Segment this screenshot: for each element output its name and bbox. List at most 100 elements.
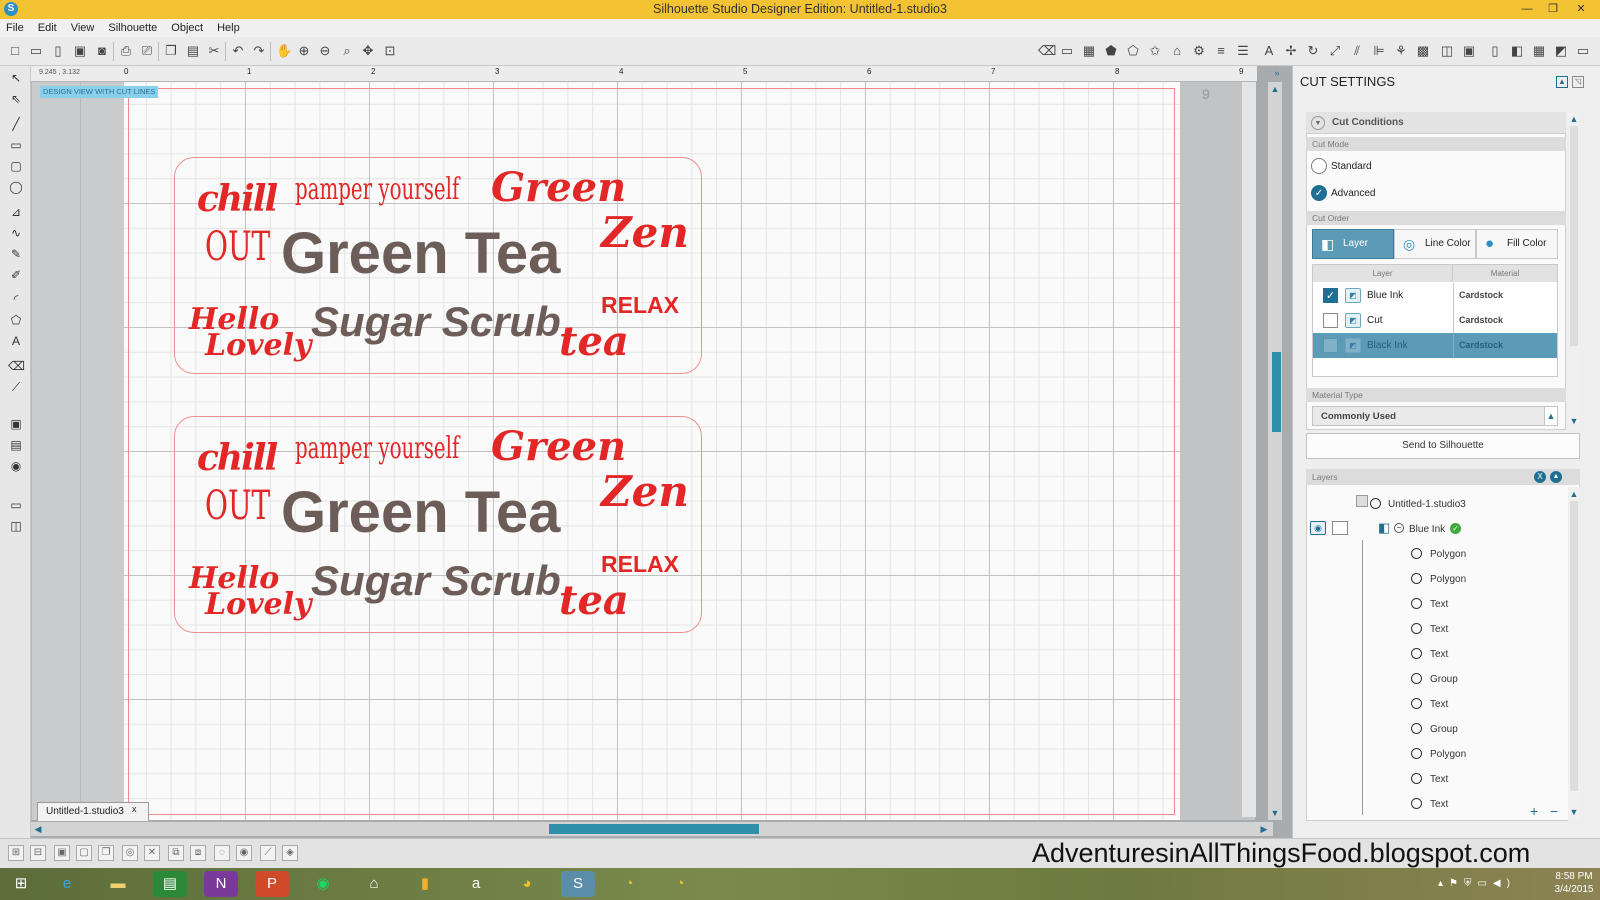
document-name[interactable]: Untitled-1.studio3 — [1388, 499, 1466, 510]
cut-checkbox[interactable] — [1323, 313, 1338, 328]
scroll-left-icon[interactable]: ◀ — [33, 824, 43, 834]
tea-script-text[interactable]: tea — [559, 318, 629, 365]
object-select-icon[interactable] — [1411, 798, 1422, 809]
rounded-rectangle-tool-icon[interactable]: ▢ — [8, 158, 24, 174]
list-item[interactable]: Text — [1430, 774, 1448, 785]
knife-tool-icon[interactable]: ⟋ — [8, 379, 24, 395]
table-row[interactable]: ◩ Black Ink Cardstock — [1313, 333, 1557, 358]
align-icon[interactable]: ⊫ — [1372, 44, 1386, 58]
list-item[interactable]: Group — [1430, 724, 1458, 735]
order-by-line-color-button[interactable]: ◎ Line Color — [1394, 229, 1476, 259]
pamper-text[interactable]: pamper yourself — [295, 172, 459, 207]
shapes-library-icon[interactable]: ▣ — [8, 416, 24, 432]
green-tea-text[interactable]: Green Tea — [281, 220, 560, 287]
silhouette-app-icon[interactable]: S — [4, 2, 18, 16]
list-item[interactable]: Text — [1430, 699, 1448, 710]
blue-ink-checkbox[interactable]: ✓ — [1323, 288, 1338, 303]
object-select-icon[interactable] — [1411, 573, 1422, 584]
duplicate-icon[interactable]: ❐ — [98, 845, 114, 861]
undo-icon[interactable]: ↶ — [231, 44, 245, 58]
select-all-icon[interactable]: ⊞ — [8, 845, 24, 861]
object-select-icon[interactable] — [1411, 673, 1422, 684]
layer-view-icon[interactable]: ◈ — [282, 845, 298, 861]
material-value[interactable]: Cardstock — [1459, 308, 1503, 333]
collapse-layer-icon[interactable]: − — [1394, 523, 1404, 533]
deselect-icon[interactable]: ⊟ — [30, 845, 46, 861]
send-icon[interactable]: ◩ — [1554, 44, 1568, 58]
standard-radio[interactable] — [1311, 158, 1327, 174]
green-script-text[interactable]: Green — [491, 164, 626, 211]
regular-polygon-icon[interactable]: ⬠ — [8, 312, 24, 328]
collapse-icon[interactable]: ▼ — [1311, 116, 1325, 130]
internet-explorer-icon[interactable]: e — [50, 871, 84, 897]
close-icon[interactable]: ✕ — [1568, 0, 1594, 19]
send-to-silhouette-button[interactable]: Send to Silhouette — [1306, 433, 1580, 459]
menu-object[interactable]: Object — [171, 22, 203, 34]
open-icon[interactable]: ▭ — [29, 44, 43, 58]
table-row[interactable]: ✓ ◩ Blue Ink Cardstock — [1313, 283, 1557, 308]
text-tool-icon[interactable]: A — [8, 333, 24, 349]
transform-icon[interactable]: ✢ — [1284, 44, 1298, 58]
notes-app-icon[interactable]: ▮ — [408, 871, 442, 897]
green-script-text[interactable]: Green — [491, 423, 626, 470]
canvas-vertical-scrollbar[interactable]: ▲ ▼ — [1268, 82, 1282, 820]
black-ink-checkbox[interactable] — [1323, 338, 1338, 353]
fill-pattern-icon[interactable]: ✩ — [1148, 44, 1162, 58]
line-width-icon[interactable]: ≡ — [1214, 44, 1228, 58]
cut-scissors-icon[interactable]: ✂ — [207, 44, 221, 58]
text-style-icon[interactable]: A — [1262, 44, 1276, 58]
redo-icon[interactable]: ↷ — [252, 44, 266, 58]
powerpoint-icon[interactable]: P — [255, 871, 289, 897]
visibility-eye-icon[interactable]: ◉ — [1310, 521, 1326, 535]
print-cut-icon[interactable]: ⎚ — [140, 44, 154, 58]
material-type-select[interactable]: Commonly Used — [1312, 406, 1552, 426]
scroll-thumb[interactable] — [1570, 501, 1578, 791]
zen-text[interactable]: Zen — [601, 467, 689, 516]
page-icon[interactable]: ▯ — [1488, 44, 1502, 58]
scroll-down-icon[interactable]: ▼ — [1569, 416, 1579, 426]
curve-tool-icon[interactable]: ∿ — [8, 225, 24, 241]
out-text[interactable]: OUT — [205, 224, 270, 270]
order-by-fill-color-button[interactable]: ● Fill Color — [1476, 229, 1558, 259]
scale-icon[interactable]: ⤢ — [1328, 44, 1342, 58]
object-select-icon[interactable] — [1411, 748, 1422, 759]
spotify-icon[interactable]: ◉ — [306, 871, 340, 897]
material-value[interactable]: Cardstock — [1459, 283, 1503, 308]
menu-view[interactable]: View — [71, 22, 95, 34]
panel-close-icon[interactable]: ◹ — [1572, 76, 1584, 88]
line-options-icon[interactable]: ☰ — [1236, 44, 1250, 58]
ellipse-tool-icon[interactable]: ◯ — [8, 179, 24, 195]
list-item[interactable]: Group — [1430, 674, 1458, 685]
label-design-1[interactable]: chill OUT pamper yourself Green Zen Gree… — [174, 157, 702, 374]
list-item[interactable]: Polygon — [1430, 549, 1466, 560]
make-compound-icon[interactable]: ◎ — [122, 845, 138, 861]
library-book-icon[interactable]: ▤ — [8, 437, 24, 453]
sugar-scrub-text[interactable]: Sugar Scrub — [311, 298, 561, 346]
menu-file[interactable]: File — [6, 22, 24, 34]
tab-close-icon[interactable]: x — [132, 800, 137, 818]
list-item[interactable]: Polygon — [1430, 749, 1466, 760]
select-arrow-icon[interactable]: ↖ — [8, 70, 24, 86]
silhouette-taskbar-icon[interactable]: S — [561, 871, 595, 897]
scroll-up-icon[interactable]: ▲ — [1569, 114, 1579, 124]
object-select-icon[interactable] — [1411, 648, 1422, 659]
rotate-icon[interactable]: ↻ — [1306, 44, 1320, 58]
new-icon[interactable]: □ — [8, 44, 22, 58]
tea-script-text[interactable]: tea — [559, 577, 629, 624]
lovely-text[interactable]: Lovely — [205, 590, 311, 620]
eraser-tool-icon[interactable]: ⌫ — [8, 358, 25, 374]
material-value[interactable]: Cardstock — [1459, 333, 1503, 358]
offset-icon[interactable]: ◫ — [1440, 44, 1454, 58]
layers-close-icon[interactable]: X — [1534, 471, 1546, 483]
shear-icon[interactable]: ⫽ — [1350, 44, 1364, 58]
grid-settings-icon[interactable]: ▦ — [1082, 44, 1096, 58]
scroll-down-icon[interactable]: ▼ — [1569, 807, 1579, 817]
picasa-viewer-icon[interactable]: ◔ — [663, 871, 697, 897]
grid-view-icon[interactable]: ▦ — [1532, 44, 1546, 58]
window-panel-icon[interactable]: ▭ — [8, 497, 24, 513]
label-design-2[interactable]: chill OUT pamper yourself Green Zen Gree… — [174, 416, 702, 633]
scroll-up-icon[interactable]: ▲ — [1270, 84, 1280, 94]
document-tab[interactable]: Untitled-1.studio3 x — [37, 802, 149, 821]
object-select-icon[interactable] — [1411, 723, 1422, 734]
relax-text[interactable]: RELAX — [601, 292, 679, 319]
